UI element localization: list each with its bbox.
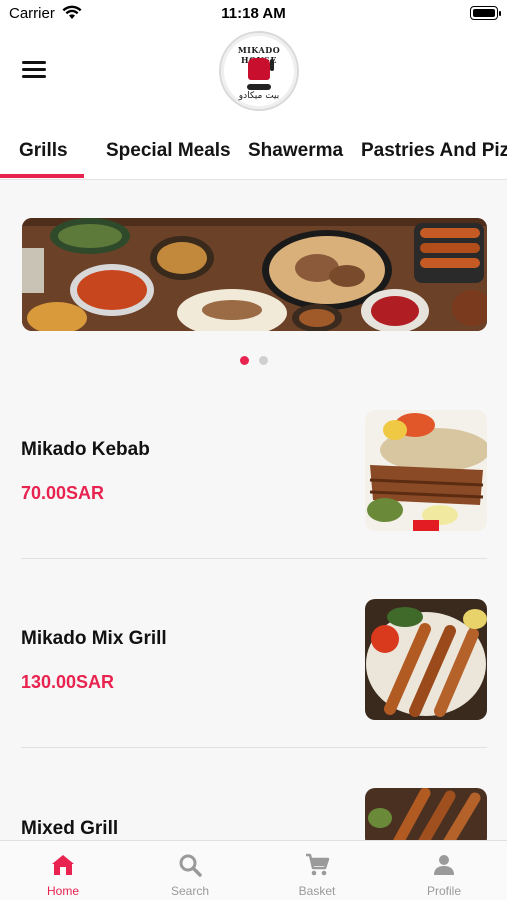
nav-basket-label: Basket [298, 884, 336, 898]
tab-grills[interactable]: Grills [19, 140, 68, 162]
product-item[interactable]: Mikado Kebab 70.00SAR [0, 400, 507, 559]
hamburger-menu-icon[interactable] [22, 61, 48, 81]
nav-profile-label: Profile [426, 884, 461, 898]
search-icon [179, 854, 202, 877]
nav-search[interactable]: Search [127, 841, 253, 900]
mustache-icon [247, 84, 271, 90]
person-icon [434, 855, 454, 875]
logo-arabic-text: بيت ميكادو [238, 91, 280, 101]
tab-shawerma[interactable]: Shawerma [248, 140, 343, 162]
product-name: Mikado Mix Grill [21, 628, 167, 649]
list-divider [21, 558, 487, 559]
fez-hat-icon [248, 58, 274, 80]
banner-food-illustration [22, 218, 487, 331]
pagination-dot-2[interactable] [258, 356, 268, 365]
product-price: 70.00SAR [21, 483, 105, 503]
product-price: 130.00SAR [21, 672, 115, 692]
tab-special-meals[interactable]: Special Meals [106, 140, 231, 162]
product-image[interactable] [365, 599, 487, 720]
battery-icon [470, 6, 501, 20]
nav-home[interactable]: Home [0, 841, 126, 900]
app-header: MIKADO HOUSE بيت ميكادو [0, 28, 507, 120]
home-icon [52, 855, 74, 875]
tab-pastries-and-pizza[interactable]: Pastries And Pizza [361, 140, 507, 162]
cart-icon [306, 853, 330, 876]
list-divider [21, 747, 487, 748]
nav-profile[interactable]: Profile [381, 841, 507, 900]
product-image[interactable] [365, 410, 487, 531]
product-name: Mikado Kebab [21, 439, 150, 460]
banner-pagination [0, 352, 507, 365]
product-name: Mixed Grill [21, 818, 119, 839]
nav-search-label: Search [170, 884, 210, 898]
status-bar: Carrier 11:18 AM [0, 0, 507, 28]
nav-basket[interactable]: Basket [254, 841, 380, 900]
pagination-dot-1[interactable] [239, 356, 249, 365]
nav-home-label: Home [46, 884, 79, 898]
category-tabs: Grills Special Meals Shawerma Pastries A… [0, 120, 507, 180]
brand-logo: MIKADO HOUSE بيت ميكادو [219, 31, 299, 111]
product-image[interactable] [365, 788, 487, 848]
promo-banner-image[interactable] [22, 218, 487, 331]
bottom-navigation: Home Search Basket Profile [0, 840, 507, 900]
active-tab-indicator [0, 174, 84, 178]
status-time: 11:18 AM [221, 5, 286, 22]
product-item[interactable]: Mikado Mix Grill 130.00SAR [0, 590, 507, 748]
